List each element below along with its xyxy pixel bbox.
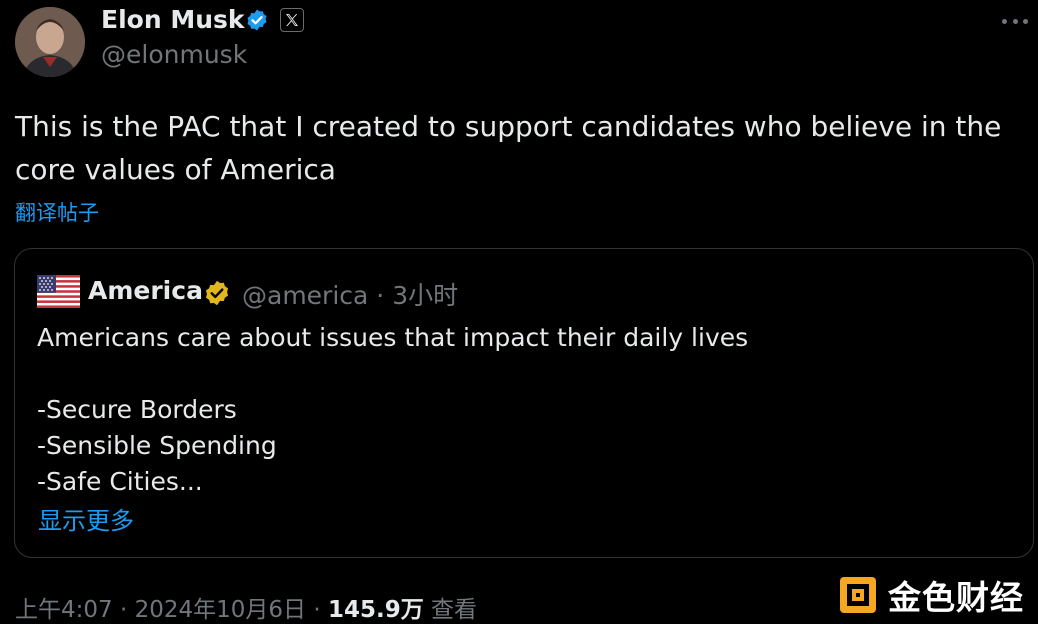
quoted-line: -Safe Cities...: [37, 467, 203, 496]
tweet-text: This is the PAC that I created to suppor…: [15, 110, 1002, 186]
quoted-tweet-text: Americans care about issues that impact …: [37, 320, 748, 500]
quoted-time[interactable]: 3小时: [392, 281, 458, 310]
author-handle[interactable]: @elonmusk: [101, 40, 247, 69]
verified-badge-icon[interactable]: [245, 8, 269, 32]
author-name[interactable]: Elon Musk: [101, 5, 245, 34]
author-avatar[interactable]: [15, 7, 85, 77]
gold-verified-badge-icon[interactable]: [203, 279, 231, 307]
quoted-line: -Sensible Spending: [37, 431, 277, 460]
meta-separator: ·: [313, 597, 321, 623]
watermark: 金色财经: [838, 572, 1024, 617]
quoted-author-handle[interactable]: @america: [242, 281, 368, 310]
watermark-text: 金色财经: [888, 577, 1024, 617]
more-options-icon[interactable]: [1002, 12, 1028, 30]
translate-post-link[interactable]: 翻译帖子: [15, 197, 99, 227]
tweet-time[interactable]: 上午4:07: [15, 597, 113, 623]
tweet-meta: 上午4:07 · 2024年10月6日 · 145.9万 查看: [15, 590, 477, 624]
jinse-logo-icon: [840, 576, 876, 613]
quoted-author-meta: @america · 3小时: [242, 276, 458, 312]
us-flag-avatar-icon[interactable]: [37, 270, 80, 313]
show-more-link[interactable]: 显示更多: [38, 501, 134, 536]
quoted-line: -Secure Borders: [37, 395, 237, 424]
quoted-line: [37, 356, 748, 392]
tweet-date[interactable]: 2024年10月6日: [135, 597, 306, 623]
avatar-portrait: [15, 7, 85, 77]
x-logo-icon[interactable]: [280, 8, 304, 32]
quoted-line: Americans care about issues that impact …: [37, 323, 749, 352]
views-label: 查看: [431, 597, 478, 623]
quoted-author-name[interactable]: America: [88, 276, 203, 305]
views-count: 145.9万: [327, 597, 424, 623]
